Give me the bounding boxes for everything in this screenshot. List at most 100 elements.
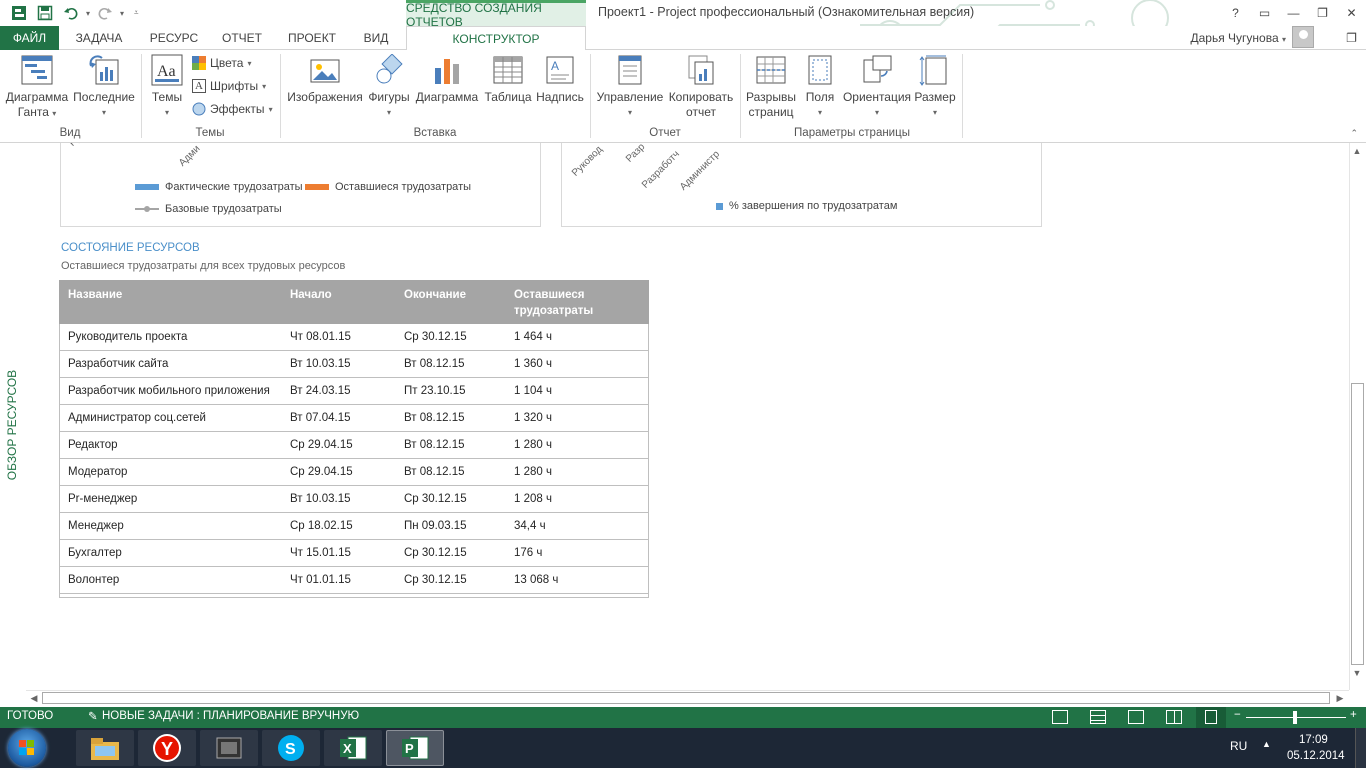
shapes-button[interactable]: Фигуры ▾ (366, 53, 412, 120)
excel-icon[interactable]: X (324, 730, 382, 766)
recent-button[interactable]: Последние ▾ (72, 54, 136, 120)
manage-icon (614, 54, 646, 86)
themes-button[interactable]: Aa Темы ▾ (146, 54, 188, 120)
collapse-ribbon-icon[interactable]: ⌃ (1350, 128, 1358, 139)
chart-icon (431, 54, 463, 86)
view-task-usage-icon[interactable] (1090, 710, 1106, 724)
legend-complete-label: % завершения по трудозатратам (729, 200, 898, 212)
project-app-icon[interactable] (8, 2, 30, 24)
close-button[interactable]: ✕ (1337, 0, 1366, 26)
table-row[interactable]: Руководитель проекта Чт 08.01.15 Ср 30.12.… (59, 324, 649, 351)
orientation-dropdown-icon: ▾ (874, 108, 879, 117)
orientation-button[interactable]: Ориентация ▾ (842, 54, 912, 120)
view-gantt-icon[interactable] (1052, 710, 1068, 724)
table-row[interactable]: Разработчик мобильного приложения Вт 24.0… (59, 377, 649, 405)
new-tasks-mode[interactable]: НОВЫЕ ЗАДАЧИ : ПЛАНИРОВАНИЕ ВРУЧНУЮ (102, 710, 359, 722)
scroll-up-icon[interactable]: ▲ (1350, 144, 1364, 158)
section-subtitle[interactable]: Оставшиеся трудозатраты для всех трудовы… (61, 260, 345, 272)
textbox-button[interactable]: A Надпись (534, 54, 586, 105)
scroll-left-icon[interactable]: ◀ (27, 691, 41, 705)
margins-icon (804, 54, 836, 86)
restore-doc-button[interactable]: ❐ (1337, 25, 1366, 51)
view-resource-sheet-icon[interactable] (1166, 710, 1182, 724)
cell-finish: Ср 30.12.15 (395, 485, 505, 513)
margins-button[interactable]: Поля ▾ (800, 54, 840, 120)
undo-icon[interactable] (60, 2, 82, 24)
svg-text:P: P (405, 741, 414, 756)
media-player-icon[interactable] (200, 730, 258, 766)
zoom-out-button[interactable]: − (1234, 709, 1241, 721)
cell-start: Ср 18.02.15 (281, 512, 395, 540)
yandex-browser-icon[interactable]: Y (138, 730, 196, 766)
colors-button[interactable]: Цвета ▾ (192, 56, 251, 70)
group-view-label: Вид (59, 127, 81, 139)
undo-dropdown-icon[interactable]: ▾ (86, 9, 90, 18)
manage-button[interactable]: Управление ▾ (594, 54, 666, 120)
language-indicator[interactable]: RU (1230, 739, 1247, 753)
tab-resource[interactable]: РЕСУРС (142, 26, 206, 50)
minimize-button[interactable]: — (1279, 0, 1308, 26)
skype-icon[interactable]: S (262, 730, 320, 766)
table-row[interactable]: Разработчик сайта Вт 10.03.15 Вт 08.12.15 1… (59, 350, 649, 378)
clock-time[interactable]: 17:09 (1299, 734, 1328, 746)
table-row[interactable]: Администратор соц.сетей Вт 07.04.15 Вт 08.… (59, 404, 649, 432)
scroll-right-icon[interactable]: ▶ (1333, 691, 1347, 705)
tab-task[interactable]: ЗАДАЧА (66, 26, 132, 50)
view-report-icon[interactable] (1205, 710, 1217, 724)
redo-dropdown-icon[interactable]: ▾ (120, 9, 124, 18)
copy-report-button[interactable]: Копировать отчет (666, 54, 736, 120)
zoom-slider-thumb[interactable] (1293, 711, 1297, 724)
tray-expand-icon[interactable]: ▲ (1262, 739, 1271, 749)
scroll-down-icon[interactable]: ▼ (1350, 666, 1364, 680)
legend-baseline-label: Базовые трудозатраты (165, 203, 282, 215)
clock-date[interactable]: 05.12.2014 (1287, 750, 1345, 762)
user-name[interactable]: Дарья Чугунова ▾ (1190, 26, 1286, 50)
table-row[interactable]: Pr-менеджер Вт 10.03.15 Ср 30.12.15 1 208 ч (59, 485, 649, 513)
cell-remaining: 1 208 ч (505, 485, 649, 513)
completion-chart[interactable]: Руковод Разр Разработч Администр % завер… (561, 143, 1042, 227)
horizontal-scroll-thumb[interactable] (42, 692, 1330, 704)
tab-file[interactable]: ФАЙЛ (0, 26, 59, 50)
table-row[interactable]: Модератор Ср 29.04.15 Вт 08.12.15 1 280 ч (59, 458, 649, 486)
table-row[interactable]: Менеджер Ср 18.02.15 Пн 09.03.15 34,4 ч (59, 512, 649, 540)
resource-table[interactable]: Название Начало Окончание Оставшиеся тру… (59, 280, 649, 594)
project-icon[interactable]: P (386, 730, 444, 766)
ribbon-display-icon[interactable]: ▭ (1250, 0, 1279, 26)
report-canvas: Ру Адми Фактические трудозатраты Оставши… (0, 143, 1349, 690)
redo-icon[interactable] (94, 2, 116, 24)
chart-button[interactable]: Диаграмма (414, 54, 480, 105)
tab-report[interactable]: ОТЧЕТ (214, 26, 270, 50)
images-button[interactable]: Изображения (286, 54, 364, 105)
page-breaks-label-2: страниц (748, 105, 794, 119)
effects-button[interactable]: Эффекты ▾ (192, 102, 273, 116)
work-chart[interactable]: Ру Адми Фактические трудозатраты Оставши… (60, 143, 541, 227)
tab-project[interactable]: ПРОЕКТ (280, 26, 344, 50)
themes-icon: Aa (151, 54, 183, 86)
size-button[interactable]: Размер ▾ (912, 54, 958, 120)
fonts-button[interactable]: A Шрифты ▾ (192, 79, 266, 93)
table-row[interactable]: Редактор Ср 29.04.15 Вт 08.12.15 1 280 ч (59, 431, 649, 459)
help-button[interactable]: ? (1221, 0, 1250, 26)
table-row[interactable]: Волонтер Чт 01.01.15 Ср 30.12.15 13 068 ч (59, 566, 649, 594)
zoom-in-button[interactable]: + (1350, 709, 1357, 721)
customize-qat-icon[interactable]: ⩡ (134, 8, 139, 18)
view-team-planner-icon[interactable] (1128, 710, 1144, 724)
tab-view[interactable]: ВИД (352, 26, 400, 50)
effects-icon (192, 102, 206, 116)
col-header-start: Начало (281, 280, 395, 324)
explorer-icon[interactable] (76, 730, 134, 766)
save-icon[interactable] (34, 2, 56, 24)
avatar[interactable] (1292, 26, 1314, 48)
legend-actual: Фактические трудозатраты (135, 181, 303, 193)
start-button[interactable] (8, 729, 46, 767)
page-breaks-button[interactable]: Разрывы страниц (744, 54, 798, 120)
show-desktop-button[interactable] (1355, 728, 1366, 768)
section-title[interactable]: СОСТОЯНИЕ РЕСУРСОВ (61, 242, 200, 254)
vertical-scroll-thumb[interactable] (1351, 383, 1364, 665)
tab-constructor[interactable]: КОНСТРУКТОР (406, 26, 586, 51)
restore-button[interactable]: ❐ (1308, 0, 1337, 26)
table-button[interactable]: Таблица (482, 54, 534, 105)
gantt-chart-button[interactable]: Диаграмма Ганта ▾ (4, 54, 70, 121)
table-row[interactable]: Бухгалтер Чт 15.01.15 Ср 30.12.15 176 ч (59, 539, 649, 567)
legend-swatch (716, 202, 723, 210)
